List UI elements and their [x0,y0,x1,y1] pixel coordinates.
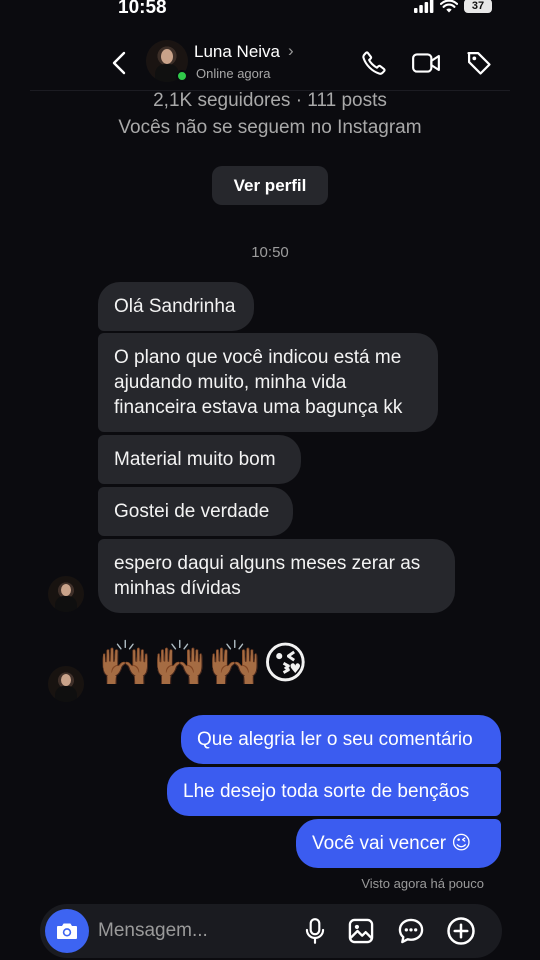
follower-count: 2,1K seguidores · 111 posts [153,90,387,111]
sender-avatar[interactable] [48,666,84,702]
raised-hands-emoji: 🙌🏾 [98,639,153,688]
raised-hands-emoji: 🙌🏾 [207,639,263,688]
follow-relation: Vocês não se seguem no Instagram [118,117,422,138]
plus-icon [447,917,475,945]
chat-screen: 10:58 37 Luna Neiva › Online agora 2,1K … [0,0,540,960]
video-call-button[interactable] [411,48,441,78]
voice-message-button[interactable] [300,916,330,946]
status-icons: 37 [414,0,492,13]
camera-button[interactable] [45,909,89,953]
incoming-message[interactable]: Material muito bom [98,435,301,484]
incoming-message[interactable]: Olá Sandrinha [98,282,254,331]
camera-icon [57,923,77,939]
tag-icon [467,51,491,75]
outgoing-message[interactable]: Você vai vencer 😉 [296,819,501,868]
incoming-message[interactable]: espero daqui alguns meses zerar as minha… [98,539,455,613]
incoming-message[interactable]: Gostei de verdade [98,487,293,536]
message-input[interactable] [98,916,298,946]
back-icon [112,51,126,75]
image-icon [348,918,374,944]
back-button[interactable] [106,48,132,78]
view-profile-button[interactable]: Ver perfil [212,166,328,205]
microphone-icon [305,918,325,944]
video-camera-icon [412,53,440,73]
gallery-button[interactable] [346,916,376,946]
outgoing-message[interactable]: Lhe desejo toda sorte de bençãos [167,767,501,816]
phone-icon [362,51,386,75]
seen-receipt: Visto agora há pouco [361,876,484,891]
contact-name[interactable]: Luna Neiva [194,42,280,62]
online-status-dot [176,70,188,82]
chevron-right-icon[interactable]: › [288,41,294,61]
cellular-signal-icon [414,0,434,13]
wifi-icon [440,0,458,13]
incoming-message[interactable]: O plano que você indicou está me ajudand… [98,333,438,432]
status-time: 10:58 [118,0,167,18]
sticker-button[interactable] [396,916,426,946]
more-options-button[interactable] [446,916,476,946]
status-bar: 10:58 37 [0,0,540,22]
kissing-face-emoji: 😘 [262,639,309,688]
message-composer [40,904,502,958]
voice-call-button[interactable] [359,48,389,78]
raised-hands-emoji: 🙌🏾 [152,639,208,688]
chat-header: Luna Neiva › Online agora [0,38,540,88]
message-timestamp: 10:50 [251,244,289,261]
tag-button[interactable] [464,48,494,78]
outgoing-message[interactable]: Que alegria ler o seu comentário [181,715,501,764]
contact-status: Online agora [196,66,271,81]
emoji-message[interactable]: 🙌🏾 🙌🏾 🙌🏾 😘 [98,628,308,700]
sender-avatar[interactable] [48,576,84,612]
sticker-icon [398,918,424,944]
battery-indicator: 37 [464,0,492,13]
